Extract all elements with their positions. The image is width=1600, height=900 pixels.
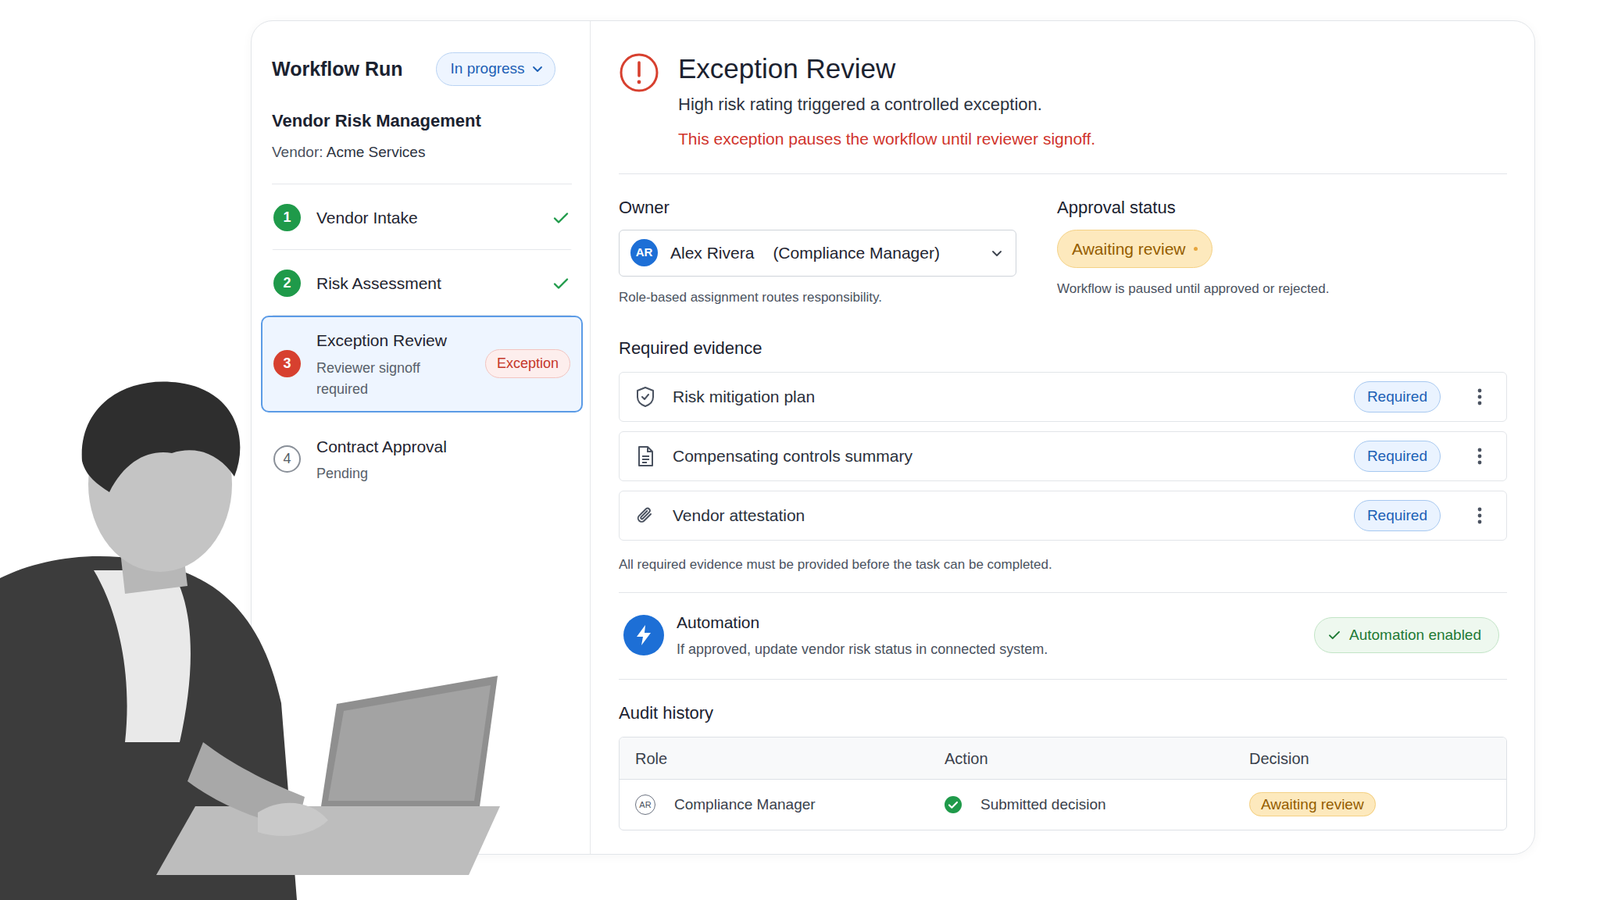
- evidence-kind: [635, 504, 656, 527]
- required-badge: Required: [1353, 500, 1441, 533]
- approval-note: Workflow is paused until approved or rej…: [1057, 278, 1329, 300]
- success-icon: [944, 796, 962, 814]
- evidence-kind: [635, 445, 656, 468]
- evidence-row[interactable]: Risk mitigation plan Required: [618, 371, 1508, 422]
- divider: [618, 592, 1508, 593]
- step-label: Vendor Intake: [316, 205, 536, 231]
- step-label: Contract Approval: [316, 434, 571, 460]
- evidence-row[interactable]: Vendor attestation Required: [618, 490, 1508, 541]
- check-icon: [551, 274, 571, 293]
- step-subtitle: Pending: [316, 463, 571, 485]
- exception-alert: This exception pauses the workflow until…: [678, 126, 1096, 152]
- divider: [618, 173, 1508, 175]
- evidence-kind: [635, 385, 656, 408]
- step-number-text: 1: [282, 207, 291, 229]
- evidence-label: Compensating controls summary: [672, 443, 1337, 469]
- status-text: In progress: [450, 57, 525, 81]
- approval-status: Awaiting review: [1071, 236, 1186, 262]
- workflow-sidebar: Workflow Run In progress Vendor Risk Manag…: [251, 21, 591, 854]
- owner-help: Role-based assignment routes responsibil…: [618, 287, 1017, 308]
- automation-status: Automation enabled: [1349, 624, 1482, 647]
- workflow-step[interactable]: 3 Exception Review Reviewer signoff requir…: [260, 315, 583, 413]
- workflow-step[interactable]: 2 Risk Assessment: [271, 250, 572, 316]
- required-badge: Required: [1353, 440, 1441, 473]
- step-number-text: 2: [282, 272, 291, 294]
- action-cell: Submitted decision: [980, 793, 1107, 817]
- owner-avatar: AR: [630, 239, 658, 267]
- vendor-line: Vendor: Acme Services: [271, 141, 572, 165]
- automation-description: If approved, update vendor risk status i…: [676, 639, 1302, 661]
- more-icon[interactable]: [1476, 506, 1483, 525]
- column-header: Action: [944, 746, 1250, 771]
- workflow-card: Workflow Run In progress Vendor Risk Manag…: [250, 20, 1536, 855]
- vendor-label: Vendor:: [271, 143, 324, 161]
- approval-badge: Awaiting review: [1057, 229, 1213, 269]
- person-photo: [0, 375, 532, 900]
- approval-label: Approval status: [1057, 194, 1329, 221]
- table-header: RoleActionDecision: [619, 737, 1507, 780]
- evidence-label: Vendor attestation: [672, 503, 1337, 529]
- step-number: 4: [273, 445, 301, 473]
- step-number-text: 4: [282, 448, 291, 470]
- role-cell: Compliance Manager: [674, 793, 816, 817]
- step-subtitle: Reviewer signoff required: [316, 357, 470, 400]
- shield-icon: [635, 385, 656, 408]
- evidence-row[interactable]: Compensating controls summary Required: [618, 431, 1508, 482]
- step-number: 3: [273, 350, 301, 378]
- column-header: Decision: [1249, 746, 1507, 771]
- step-number: 1: [273, 203, 301, 232]
- chevron-down-icon: [531, 62, 544, 75]
- exception-panel: Exception Review High risk rating trigger…: [590, 21, 1535, 854]
- workflow-step[interactable]: 1 Vendor Intake: [271, 184, 572, 250]
- more-icon[interactable]: [1476, 387, 1483, 407]
- exception-badge: Exception: [485, 349, 571, 379]
- vendor-name: Acme Services: [326, 143, 426, 161]
- page-title: Exception Review: [678, 52, 1096, 86]
- lightning-icon: [623, 614, 665, 656]
- step-label: Exception Review: [316, 328, 470, 354]
- more-icon[interactable]: [1476, 446, 1483, 466]
- required-badge: Required: [1353, 381, 1441, 414]
- column-header: Role: [635, 746, 945, 771]
- table-row: AR Compliance Manager Submitted decision Aw…: [619, 779, 1507, 830]
- status-dropdown[interactable]: In progress: [435, 52, 556, 86]
- evidence-label: Risk mitigation plan: [672, 384, 1337, 410]
- evidence-title: Required evidence: [618, 335, 1508, 361]
- check-icon: [1327, 628, 1342, 643]
- step-number: 2: [273, 269, 301, 297]
- audit-table: RoleActionDecision AR Compliance Manager Su…: [618, 736, 1508, 831]
- owner-name: Alex Rivera: [670, 240, 754, 266]
- owner-role: (Compliance Manager): [772, 240, 940, 266]
- audit-title: Audit history: [618, 700, 1508, 726]
- paperclip-icon: [635, 504, 656, 527]
- document-icon: [635, 445, 656, 468]
- workflow-step[interactable]: 4 Contract Approval Pending: [271, 421, 572, 498]
- step-label: Risk Assessment: [316, 271, 536, 297]
- status-dot: [1193, 246, 1198, 251]
- chevron-down-icon: [990, 246, 1004, 260]
- alert-icon: [618, 52, 660, 93]
- step-number-text: 3: [282, 353, 291, 375]
- evidence-note: All required evidence must be provided b…: [618, 554, 1508, 575]
- sidebar-title: Workflow Run: [271, 54, 404, 85]
- owner-label: Owner: [618, 194, 1017, 221]
- role-avatar: AR: [635, 794, 656, 815]
- divider: [618, 678, 1508, 680]
- page-description: High risk rating triggered a controlled …: [678, 91, 1096, 118]
- decision-badge: Awaiting review: [1249, 792, 1376, 817]
- automation-title: Automation: [676, 610, 1302, 636]
- automation-toggle[interactable]: Automation enabled: [1314, 617, 1500, 654]
- workflow-name: Vendor Risk Management: [271, 107, 572, 134]
- check-icon: [551, 208, 571, 228]
- owner-select[interactable]: AR Alex Rivera (Compliance Manager): [618, 229, 1017, 277]
